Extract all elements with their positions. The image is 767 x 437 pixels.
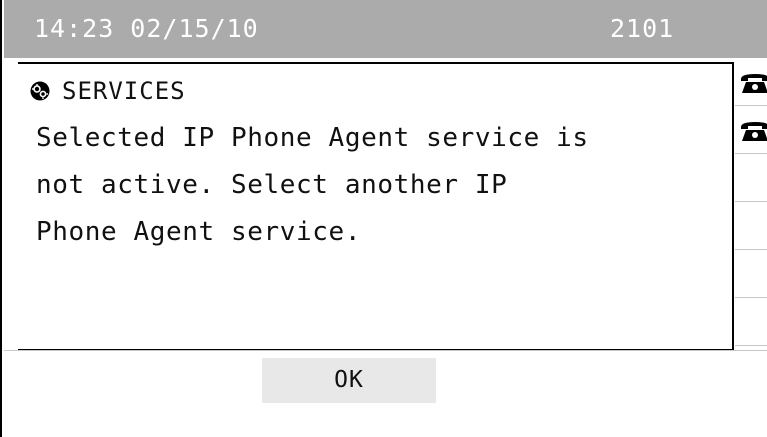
line-key-3[interactable] (735, 154, 767, 202)
line-key-2[interactable] (735, 106, 767, 154)
line-key-1[interactable] (735, 58, 767, 106)
services-icon (30, 81, 50, 101)
phone-icon (741, 74, 767, 93)
phone-icon (741, 122, 767, 141)
services-dialog: SERVICES Selected IP Phone Agent service… (18, 62, 734, 351)
dialog-header: SERVICES (30, 76, 186, 106)
status-bar: 14:23 02/15/10 2101 (4, 0, 767, 58)
line-key-4[interactable] (735, 202, 767, 250)
ok-button[interactable]: OK (262, 358, 436, 403)
line-key-panel (735, 58, 767, 350)
phone-screen: 14:23 02/15/10 2101 SERVICES Selected IP… (0, 0, 767, 437)
dialog-message: Selected IP Phone Agent service is not a… (36, 123, 589, 247)
line-key-5[interactable] (735, 250, 767, 298)
status-datetime: 14:23 02/15/10 (34, 14, 259, 43)
line-key-6[interactable] (735, 298, 767, 346)
divider (4, 350, 767, 351)
dialog-title: SERVICES (62, 77, 186, 105)
status-extension: 2101 (610, 14, 675, 43)
